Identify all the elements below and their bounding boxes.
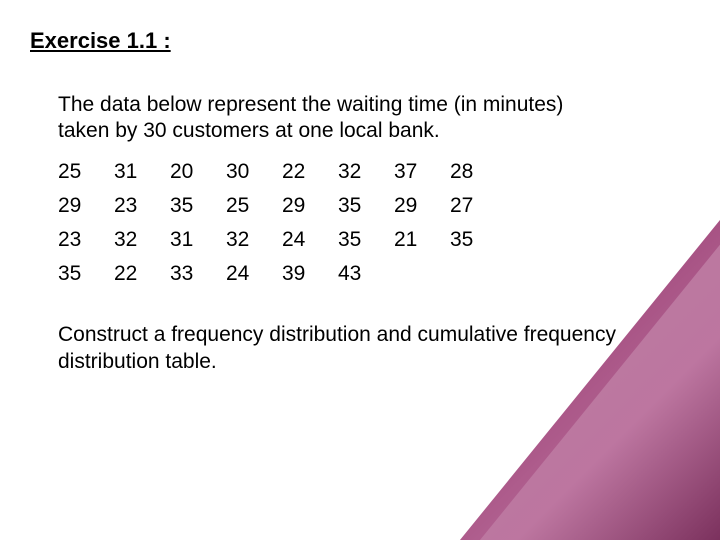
- cell: 35: [58, 257, 114, 291]
- cell: 29: [394, 189, 450, 223]
- cell: 22: [114, 257, 170, 291]
- cell: 23: [58, 223, 114, 257]
- cell: [450, 257, 506, 291]
- cell: 39: [282, 257, 338, 291]
- cell: 37: [394, 155, 450, 189]
- cell: 29: [58, 189, 114, 223]
- data-table: 25 31 20 30 22 32 37 28 29 23 35 25 29 3…: [58, 155, 506, 291]
- cell: 35: [338, 189, 394, 223]
- table-row: 25 31 20 30 22 32 37 28: [58, 155, 506, 189]
- content-area: Exercise 1.1 : The data below represent …: [0, 0, 720, 375]
- cell: 28: [450, 155, 506, 189]
- cell: 31: [170, 223, 226, 257]
- cell: 32: [338, 155, 394, 189]
- cell: 32: [226, 223, 282, 257]
- table-row: 23 32 31 32 24 35 21 35: [58, 223, 506, 257]
- cell: 21: [394, 223, 450, 257]
- cell: 33: [170, 257, 226, 291]
- exercise-title: Exercise 1.1 :: [30, 28, 684, 54]
- cell: 29: [282, 189, 338, 223]
- cell: 20: [170, 155, 226, 189]
- table-row: 29 23 35 25 29 35 29 27: [58, 189, 506, 223]
- cell: 35: [170, 189, 226, 223]
- table-row: 35 22 33 24 39 43: [58, 257, 506, 291]
- cell: 35: [338, 223, 394, 257]
- slide: Exercise 1.1 : The data below represent …: [0, 0, 720, 540]
- instruction-text: Construct a frequency distribution and c…: [58, 321, 618, 376]
- cell: 24: [226, 257, 282, 291]
- cell: 35: [450, 223, 506, 257]
- cell: 27: [450, 189, 506, 223]
- cell: 25: [58, 155, 114, 189]
- cell: 23: [114, 189, 170, 223]
- intro-text: The data below represent the waiting tim…: [58, 92, 618, 145]
- cell: 32: [114, 223, 170, 257]
- cell: 30: [226, 155, 282, 189]
- cell: 43: [338, 257, 394, 291]
- cell: 22: [282, 155, 338, 189]
- cell: 25: [226, 189, 282, 223]
- cell: 31: [114, 155, 170, 189]
- cell: 24: [282, 223, 338, 257]
- cell: [394, 257, 450, 291]
